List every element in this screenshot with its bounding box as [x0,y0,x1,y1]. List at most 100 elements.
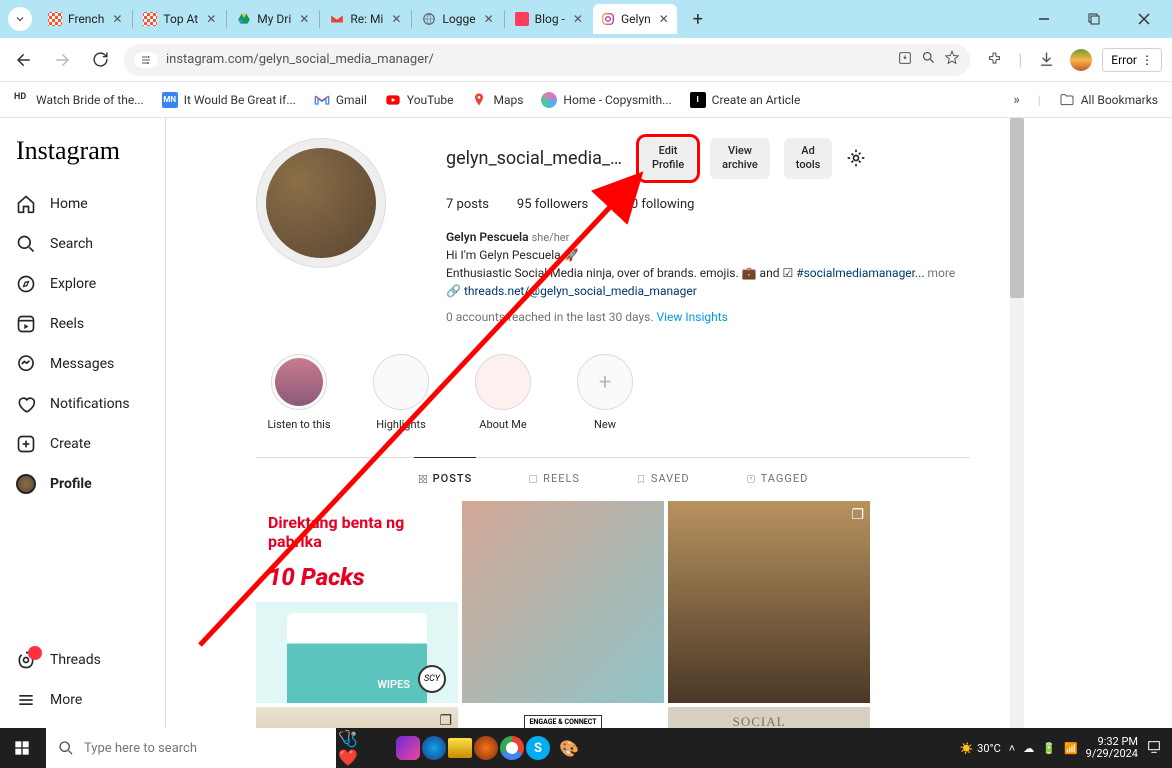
post-2[interactable] [462,501,664,703]
zoom-icon[interactable] [921,50,936,69]
tab-gmail[interactable]: Re: Mi✕ [322,4,409,34]
close-icon[interactable]: ✕ [299,12,309,26]
tray-chevron-icon[interactable]: ˄ [1009,742,1015,755]
tab-tagged[interactable]: TAGGED [742,458,813,499]
bio-link[interactable]: threads.net/@gelyn_social_media_manager [464,284,697,298]
close-icon[interactable]: ✕ [573,12,583,26]
site-info-chip[interactable] [134,52,158,68]
tab-posts[interactable]: POSTS [414,457,477,499]
profile-avatar-button[interactable] [1070,49,1092,71]
bookmarks-overflow[interactable]: » [1013,92,1020,108]
nav-create[interactable]: Create [8,424,157,464]
bookmark-copysmith[interactable]: Home - Copysmith... [541,92,671,108]
favicon [143,12,157,26]
highlight-listen[interactable]: Listen to this [266,354,332,431]
all-bookmarks-button[interactable]: All Bookmarks [1059,92,1158,108]
bio-more[interactable]: more [928,266,956,280]
stat-following[interactable]: 710 following [616,197,694,212]
bookmark-maps[interactable]: Maps [471,92,523,108]
tray-notifications-icon[interactable] [1146,739,1162,758]
tray-onedrive-icon[interactable]: ☁ [1023,742,1034,755]
install-icon[interactable] [897,50,913,70]
taskbar-search[interactable]: Type here to search [46,728,336,768]
address-bar[interactable]: instagram.com/gelyn_social_media_manager… [124,44,970,76]
tab-drive[interactable]: My Dri✕ [229,4,317,34]
post-3[interactable]: ❐ [668,501,870,703]
instagram-logo[interactable]: Instagram [8,132,157,184]
bookmark-star-icon[interactable] [944,50,960,70]
taskbar-chrome-icon[interactable] [500,736,524,760]
close-icon[interactable]: ✕ [391,12,401,26]
heart-icon [16,394,36,414]
settings-gear-icon[interactable] [846,148,866,168]
forward-button[interactable] [48,46,76,74]
stat-posts[interactable]: 7 posts [446,197,489,212]
tab-reels[interactable]: REELS [524,458,584,499]
back-button[interactable] [10,46,38,74]
bookmark-great[interactable]: MNIt Would Be Great if... [162,92,296,108]
tab-saved[interactable]: SAVED [632,458,694,499]
note-bubble[interactable]: Note... [256,138,291,151]
bookmark-gmail[interactable]: Gmail [314,92,367,108]
minimize-button[interactable] [1024,4,1064,34]
tab-instagram-active[interactable]: Gelyn✕ [593,4,677,34]
tab-logged[interactable]: Logge✕ [414,4,501,34]
tabs-dropdown[interactable] [8,7,32,31]
maximize-button[interactable] [1074,4,1114,34]
stat-followers[interactable]: 95 followers [517,197,588,212]
taskbar-health-icon[interactable]: 🩺❤️ [338,731,372,765]
highlight-about[interactable]: About Me [470,354,536,431]
close-icon[interactable]: ✕ [659,12,669,26]
error-button[interactable]: Error ⋮ [1102,48,1162,72]
tab-blog[interactable]: Blog -✕ [507,4,591,34]
close-icon[interactable]: ✕ [484,12,494,26]
nav-reels[interactable]: Reels [8,304,157,344]
tab-top[interactable]: Top At✕ [135,4,224,34]
nav-profile[interactable]: Profile [8,464,157,504]
profile-picture[interactable]: Note... [256,138,386,268]
taskbar-firefox-icon[interactable] [474,736,498,760]
new-tab-button[interactable]: + [685,6,711,32]
post-5[interactable]: ENGAGE & CONNECTWITH [462,707,664,728]
edit-profile-button[interactable]: Edit Profile [640,138,696,179]
highlight-new[interactable]: +New [572,354,638,431]
post-6[interactable]: SOCIAL MEDIA MANAGER [668,707,870,728]
browser-title-bar: French✕ Top At✕ My Dri✕ Re: Mi✕ Logge✕ B… [0,0,1172,38]
tab-french[interactable]: French✕ [40,4,130,34]
nav-more[interactable]: More [8,680,157,720]
reload-button[interactable] [86,46,114,74]
nav-home[interactable]: Home [8,184,157,224]
post-1[interactable]: Direktang benta ng pabrika10 PacksWIPESS… [256,501,458,703]
weather-widget[interactable]: ☀️30°C [959,742,1000,755]
bio-hashtag[interactable]: #socialmediamanager... [796,266,924,280]
bookmark-bride[interactable]: HDWatch Bride of the... [14,92,144,108]
taskbar-copilot-icon[interactable] [396,736,420,760]
taskbar-firefox-dev-icon[interactable] [422,736,446,760]
post-4[interactable]: ❐ [256,707,458,728]
highlight-highlights[interactable]: Highlights [368,354,434,431]
ad-tools-button[interactable]: Ad tools [784,138,832,179]
nav-search[interactable]: Search [8,224,157,264]
scrollbar-thumb[interactable] [1010,118,1024,298]
bookmark-youtube[interactable]: YouTube [385,92,454,108]
nav-explore[interactable]: Explore [8,264,157,304]
view-insights-link[interactable]: View Insights [656,310,727,324]
close-icon[interactable]: ✕ [206,12,216,26]
downloads-button[interactable] [1032,46,1060,74]
nav-messages[interactable]: Messages [8,344,157,384]
start-button[interactable] [0,728,44,768]
nav-threads[interactable]: Threads [8,640,157,680]
taskbar-clock[interactable]: 9:32 PM9/29/2024 [1086,736,1138,760]
view-archive-button[interactable]: View archive [710,138,770,179]
tray-battery-icon[interactable]: 🔋 [1042,742,1056,755]
extensions-button[interactable] [980,46,1008,74]
scrollbar[interactable] [1010,118,1024,728]
bookmark-article[interactable]: ICreate an Article [690,92,801,108]
close-window-button[interactable] [1124,4,1164,34]
taskbar-skype-icon[interactable]: S [526,736,550,760]
close-icon[interactable]: ✕ [112,12,122,26]
tray-wifi-icon[interactable]: 📶 [1064,742,1078,755]
nav-notifications[interactable]: Notifications [8,384,157,424]
taskbar-explorer-icon[interactable] [448,738,472,758]
taskbar-paint-icon[interactable]: 🎨 [552,731,586,765]
